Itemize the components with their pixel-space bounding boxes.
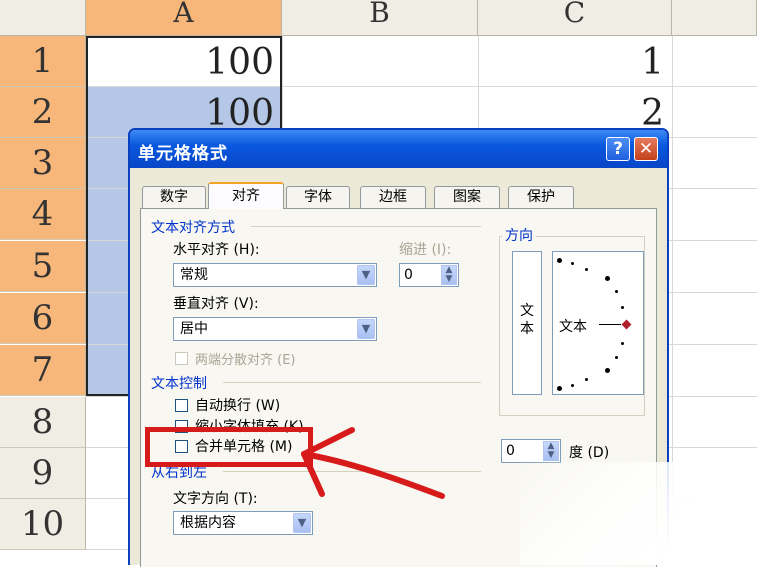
watermark-fade <box>520 462 757 565</box>
tab-alignment[interactable]: 对齐 <box>208 182 284 209</box>
